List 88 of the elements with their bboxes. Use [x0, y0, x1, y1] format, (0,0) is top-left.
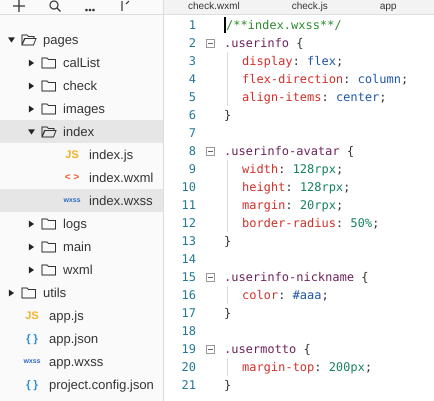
line-number: 12 — [180, 216, 196, 230]
code-line: } — [224, 306, 232, 320]
file-tree-item[interactable]: main — [0, 235, 163, 258]
folder-icon — [41, 80, 57, 92]
file-tree-item[interactable]: { } app.json — [0, 327, 163, 350]
code-line: width: 128rpx; — [242, 162, 344, 176]
line-number: 21 — [180, 378, 196, 392]
file-tree-item[interactable]: images — [0, 97, 163, 120]
fold-icon[interactable] — [206, 272, 214, 282]
editor-tab[interactable]: check.wxml — [164, 0, 268, 14]
text-cursor — [224, 17, 226, 33]
folder-icon — [41, 264, 57, 276]
fold-icon[interactable] — [206, 38, 214, 48]
code-line: .usermotto { — [224, 342, 311, 356]
line-number: 20 — [180, 360, 196, 374]
line-number: 11 — [180, 198, 196, 212]
line-number: 18 — [180, 324, 196, 338]
file-tree-item[interactable]: JS app.js — [0, 304, 163, 327]
file-type-icon: JS — [21, 310, 43, 322]
line-number: 5 — [188, 90, 196, 104]
caret-icon — [28, 82, 35, 90]
collapse-icon[interactable] — [119, 0, 131, 12]
line-number: 10 — [180, 180, 196, 194]
folder-icon — [41, 218, 57, 230]
line-number: 9 — [188, 162, 196, 176]
caret-icon — [8, 36, 15, 44]
code-line: flex-direction: column; — [242, 72, 408, 86]
code-line: height: 128rpx; — [242, 180, 350, 194]
code-line: .userinfo-nickname { — [224, 270, 368, 284]
editor-tab[interactable]: app — [356, 0, 424, 14]
code-line: } — [224, 378, 232, 392]
code-line: .userinfo { — [224, 36, 304, 50]
code-line: margin-top: 200px; — [242, 360, 372, 374]
file-tree-item[interactable]: calList — [0, 51, 163, 74]
more-icon[interactable] — [85, 8, 95, 12]
code-line: display: flex; — [242, 54, 344, 68]
folder-icon — [41, 126, 57, 138]
line-number: 2 — [188, 36, 196, 50]
file-type-icon: < > — [61, 172, 83, 183]
file-tree-item[interactable]: wxml — [0, 258, 163, 281]
line-number: 13 — [180, 234, 196, 248]
file-type-icon: { } — [21, 332, 43, 344]
editor-tab[interactable]: check.js — [268, 0, 356, 14]
file-tree-item[interactable]: { } project.config.json — [0, 373, 163, 396]
search-icon[interactable] — [49, 0, 61, 12]
file-type-icon: { } — [21, 378, 43, 390]
file-tree-item[interactable]: logs — [0, 212, 163, 235]
code-line: /**index.wxss**/ — [226, 18, 342, 32]
code-line: color: #aaa; — [242, 288, 329, 302]
line-number: 1 — [188, 18, 196, 32]
file-tree-item[interactable]: utils — [0, 281, 163, 304]
line-number: 19 — [180, 342, 196, 356]
folder-icon — [41, 56, 57, 68]
line-number: 14 — [180, 252, 196, 266]
caret-icon — [28, 266, 35, 274]
line-number: 16 — [180, 288, 196, 302]
code-line: } — [224, 108, 232, 122]
file-tree-item[interactable]: < > index.wxml — [0, 166, 163, 189]
fold-icon[interactable] — [206, 146, 214, 156]
folder-icon — [21, 286, 37, 298]
line-number: 6 — [188, 108, 196, 122]
line-number: 15 — [180, 270, 196, 284]
code-line: margin: 20rpx; — [242, 198, 344, 212]
add-icon[interactable] — [13, 0, 25, 12]
caret-icon — [28, 220, 35, 228]
caret-icon — [28, 58, 35, 66]
file-type-icon: JS — [61, 148, 83, 160]
file-tree-item[interactable]: check — [0, 74, 163, 97]
caret-icon — [28, 128, 35, 136]
code-line: .userinfo-avatar { — [224, 144, 354, 158]
line-number: 3 — [188, 54, 196, 68]
folder-icon — [21, 34, 37, 46]
code-line: } — [224, 234, 232, 248]
line-number: 8 — [188, 144, 196, 158]
code-line: align-items: center; — [242, 90, 387, 104]
fold-icon[interactable] — [206, 344, 214, 354]
file-tree-item[interactable]: pages — [0, 28, 163, 51]
file-tree-item[interactable]: index — [0, 120, 163, 143]
code-line: border-radius: 50%; — [242, 216, 380, 230]
line-number: 17 — [180, 306, 196, 320]
caret-icon — [28, 104, 35, 112]
line-number: 7 — [188, 126, 196, 140]
file-tree-item[interactable]: JS index.js — [0, 143, 163, 166]
folder-icon — [41, 240, 57, 252]
folder-icon — [41, 102, 57, 114]
caret-icon — [8, 288, 15, 296]
caret-icon — [28, 242, 35, 250]
line-number: 4 — [188, 72, 196, 86]
